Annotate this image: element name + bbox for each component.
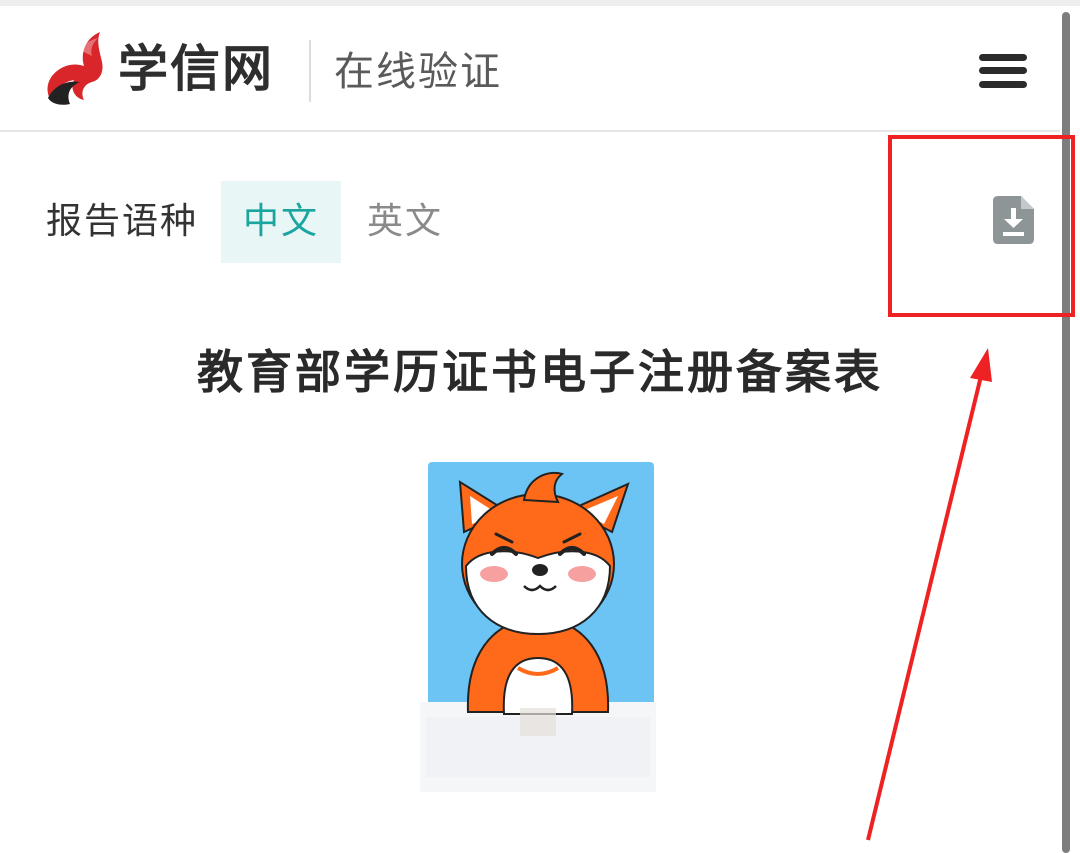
- header-divider: [309, 40, 311, 102]
- menu-bar: [979, 54, 1027, 61]
- chsi-logo-icon[interactable]: [40, 28, 110, 108]
- page: 学信网 在线验证 报告语种 中文 英文 教育部学历证书电子注册备案表: [0, 0, 1080, 853]
- report-language-label: 报告语种: [46, 201, 199, 242]
- menu-bar: [979, 81, 1027, 88]
- menu-bar: [979, 67, 1027, 74]
- document-title: 教育部学历证书电子注册备案表: [197, 345, 883, 399]
- student-photo: [420, 462, 656, 792]
- site-header: 学信网 在线验证: [0, 6, 1060, 132]
- annotation-highlight-box: [888, 135, 1075, 317]
- language-tab-english[interactable]: 英文: [355, 181, 455, 263]
- section-title: 在线验证: [334, 49, 502, 95]
- language-tab-chinese[interactable]: 中文: [221, 181, 341, 263]
- hamburger-menu-icon[interactable]: [976, 50, 1030, 92]
- brand-name[interactable]: 学信网: [118, 36, 274, 102]
